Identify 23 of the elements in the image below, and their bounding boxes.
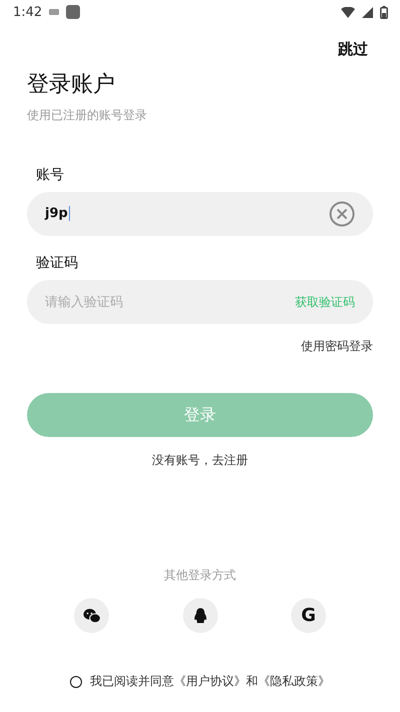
page-subtitle: 使用已注册的账号登录 — [27, 107, 148, 124]
agreement-checkbox[interactable] — [70, 676, 82, 688]
field-placeholder: 请输入验证码 — [45, 295, 123, 310]
wechat-button[interactable] — [74, 598, 109, 633]
clear-icon[interactable] — [329, 201, 355, 227]
other-login-title: 其他登录方式 — [164, 567, 236, 584]
password-login-link[interactable]: 使用密码登录 — [301, 338, 373, 355]
agreement-text: 我已阅读并同意《用户协议》和《隐私政策》 — [90, 673, 330, 690]
status-time: 1:42 — [13, 4, 42, 20]
penguin-icon — [194, 608, 206, 624]
register-link[interactable]: 没有账号，去注册 — [152, 452, 248, 469]
account-field[interactable]: j9p — [27, 192, 373, 236]
signal-icon — [362, 6, 373, 18]
skip-button[interactable]: 跳过 — [338, 40, 368, 59]
field-value: j9p — [45, 206, 68, 222]
battery-icon — [380, 6, 388, 18]
chat-bubbles-icon — [82, 608, 100, 624]
google-button[interactable]: G — [291, 598, 326, 633]
field-label: 账号 — [36, 166, 65, 184]
page-title: 登录账户 — [27, 71, 116, 99]
penguin-button[interactable] — [182, 598, 218, 633]
field-label: 验证码 — [36, 254, 79, 272]
wifi-icon — [341, 6, 355, 18]
